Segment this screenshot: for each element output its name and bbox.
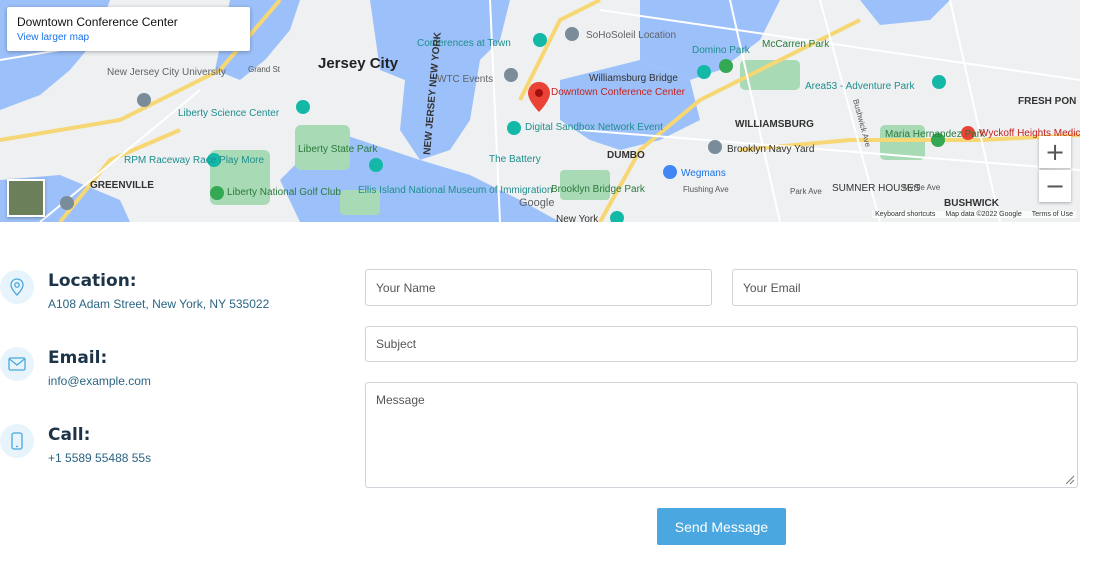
map-label: Liberty Science Center (178, 108, 280, 119)
poi-marker (369, 158, 383, 172)
map-label: Liberty National Golf Club (227, 187, 341, 198)
map-label: New Jersey City University (107, 67, 226, 78)
map-label: Maria Hernandez Park (885, 129, 986, 140)
poi-marker (60, 196, 74, 210)
map-label: BUSHWICK (944, 198, 1000, 209)
envelope-icon (0, 347, 34, 381)
map-label: Wegmans (681, 168, 726, 179)
name-input[interactable] (365, 269, 712, 306)
email-info: Email: info@example.com (0, 347, 330, 407)
poi-marker (210, 186, 224, 200)
map-pin-icon (0, 270, 34, 304)
map-label: New York (556, 214, 599, 222)
poi-marker (137, 93, 151, 107)
map-label: Downtown Conference Center (551, 87, 686, 98)
map-attribution: Keyboard shortcuts Map data ©2022 Google… (872, 211, 1076, 218)
terms-link[interactable]: Terms of Use (1032, 211, 1073, 218)
map-label: Grand St (248, 65, 281, 74)
send-message-button[interactable]: Send Message (657, 508, 786, 545)
poi-marker (504, 68, 518, 82)
map-label: Flushing Ave (683, 185, 729, 194)
poi-marker (533, 33, 547, 47)
map-label: Williamsburg Bridge (589, 73, 678, 84)
subject-input[interactable] (365, 326, 1078, 362)
map-label: The Battery (489, 154, 541, 165)
map-label: Area53 - Adventure Park (805, 81, 916, 92)
poi-marker (565, 27, 579, 41)
poi-marker (296, 100, 310, 114)
resize-grip-icon[interactable] (1064, 474, 1075, 485)
map-card-title: Downtown Conference Center (17, 15, 178, 29)
map-label: Jersey City (318, 55, 399, 72)
map-label: GREENVILLE (90, 180, 154, 191)
phone-icon (0, 424, 34, 458)
message-textarea[interactable] (365, 382, 1078, 488)
call-value[interactable]: +1 5589 55488 55s (48, 451, 151, 465)
map-label: Domino Park (692, 45, 751, 56)
location-title: Location: (48, 271, 137, 291)
map-label: RPM Raceway Race Play More (124, 155, 264, 166)
email-title: Email: (48, 348, 108, 368)
map-label: Brooklyn Navy Yard (727, 144, 814, 155)
zoom-in-button[interactable]: + (1039, 136, 1071, 168)
email-input[interactable] (732, 269, 1078, 306)
call-info: Call: +1 5589 55488 55s (0, 424, 330, 484)
location-info: Location: A108 Adam Street, New York, NY… (0, 270, 330, 330)
map-label: Park Ave (790, 187, 822, 196)
map-label: Myrtle Ave (903, 183, 941, 192)
map-label: FRESH PON (1018, 96, 1076, 107)
map-label: Liberty State Park (298, 144, 378, 155)
poi-marker (697, 65, 711, 79)
map-label: SoHoSoleil Location (586, 30, 676, 41)
map-data-text: Map data ©2022 Google (945, 211, 1022, 218)
poi-marker (719, 59, 733, 73)
keyboard-shortcuts-link[interactable]: Keyboard shortcuts (875, 211, 935, 218)
map-label: Digital Sandbox Network Event (525, 122, 663, 133)
map-label: DUMBO (607, 150, 645, 161)
map-label: WTC Events (437, 74, 493, 85)
poi-marker (932, 75, 946, 89)
view-larger-map-link[interactable]: View larger map (17, 32, 89, 43)
satellite-toggle[interactable] (7, 179, 45, 217)
call-title: Call: (48, 425, 91, 445)
zoom-out-button[interactable]: − (1039, 170, 1071, 202)
map-label: WILLIAMSBURG (735, 119, 814, 130)
email-value[interactable]: info@example.com (48, 374, 151, 388)
embedded-map[interactable]: Jersey City New Jersey City University L… (0, 0, 1080, 222)
map-label: Ellis Island National Museum of Immigrat… (358, 185, 553, 196)
map-label: McCarren Park (762, 39, 830, 50)
map-info-card: Downtown Conference Center View larger m… (7, 7, 250, 51)
google-logo: Google (519, 197, 554, 209)
location-value: A108 Adam Street, New York, NY 535022 (48, 297, 270, 311)
poi-marker (708, 140, 722, 154)
poi-marker (663, 165, 677, 179)
map-label: Brooklyn Bridge Park (551, 184, 646, 195)
poi-marker (507, 121, 521, 135)
